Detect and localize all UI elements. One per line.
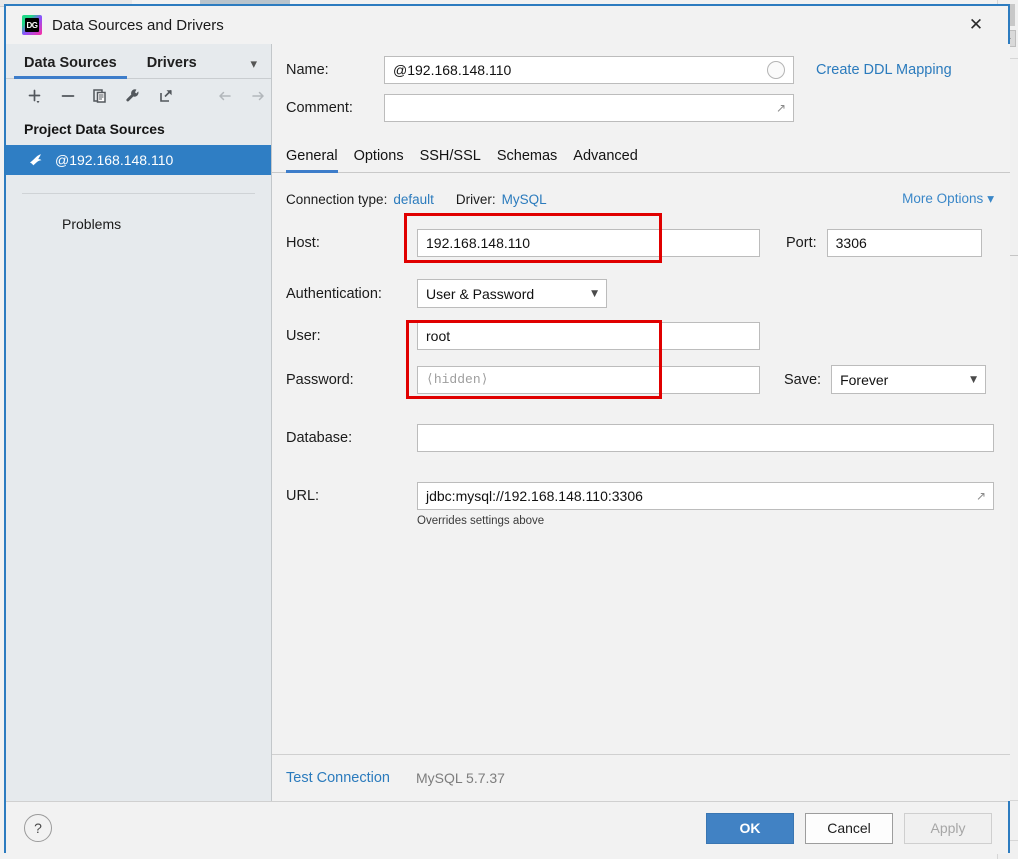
arrow-right-icon — [252, 91, 264, 101]
url-label: URL: — [286, 488, 320, 504]
password-placeholder: ⟨hidden⟩ — [426, 372, 489, 387]
plus-icon — [28, 89, 41, 104]
color-circle-icon[interactable] — [767, 61, 785, 79]
tab-schemas[interactable]: Schemas — [497, 148, 557, 172]
dialog-footer: ? OK Cancel Apply — [6, 801, 1008, 854]
save-select[interactable]: Forever ▼ — [831, 365, 987, 394]
authentication-label: Authentication: — [286, 285, 382, 302]
test-connection-bar: Test Connection MySQL 5.7.37 — [272, 754, 1010, 801]
authentication-select-value: User & Password — [426, 285, 535, 302]
port-input[interactable]: 3306 — [826, 229, 982, 257]
url-note: Overrides settings above — [417, 515, 545, 527]
more-options-label: More Options — [902, 191, 984, 206]
datagrip-icon: DG — [22, 15, 42, 35]
expand-icon[interactable]: ↗ — [976, 489, 986, 503]
connection-type-label: Connection type: — [286, 191, 388, 207]
ok-button[interactable]: OK — [706, 812, 794, 844]
dialog-content: Name: @192.168.148.110 Create DDL Mappin… — [272, 44, 1010, 801]
expand-icon[interactable]: ↗ — [776, 101, 786, 115]
open-button[interactable] — [152, 83, 179, 109]
mysql-dolphin-icon — [28, 152, 45, 169]
chevron-down-icon: ▼ — [970, 374, 978, 385]
dialog-title: Data Sources and Drivers — [52, 16, 224, 34]
user-input[interactable]: root — [417, 322, 760, 350]
arrow-left-icon — [219, 91, 231, 101]
host-label: Host: — [286, 235, 320, 251]
user-label: User: — [286, 328, 321, 344]
name-input-value: @192.168.148.110 — [393, 62, 512, 78]
connection-type-value[interactable]: default — [393, 192, 434, 207]
sidebar-toolbar — [6, 79, 271, 113]
password-row: Password: ⟨hidden⟩ Save: Forever ▼ — [272, 365, 1010, 394]
sidebar: Data Sources Drivers ▾ Project Data Sour… — [6, 44, 272, 801]
wrench-icon — [126, 89, 139, 102]
tab-general[interactable]: General — [286, 148, 338, 173]
driver-label: Driver: — [455, 191, 496, 207]
port-label: Port: — [786, 235, 817, 251]
chevron-down-icon: ▼ — [591, 288, 598, 299]
host-input-value: 192.168.148.110 — [426, 235, 531, 251]
database-input[interactable] — [417, 424, 994, 452]
port-input-value: 3306 — [835, 235, 867, 251]
database-label: Database: — [286, 430, 353, 446]
password-input[interactable]: ⟨hidden⟩ — [417, 365, 760, 394]
data-sources-and-drivers-dialog: DG Data Sources and Drivers ✕ Data Sourc… — [4, 4, 1010, 854]
driver-version-label: MySQL 5.7.37 — [415, 770, 505, 786]
url-input[interactable]: jdbc:mysql://192.168.148.110:3306 ↗ — [417, 482, 994, 510]
url-row: URL: jdbc:mysql://192.168.148.110:3306 ↗ — [272, 482, 1010, 510]
sidebar-item-data-source[interactable]: @192.168.148.110 — [6, 145, 271, 175]
host-input[interactable]: 192.168.148.110 — [417, 229, 760, 257]
create-ddl-mapping-link[interactable]: Create DDL Mapping — [816, 62, 952, 78]
user-input-value: root — [426, 328, 451, 344]
database-row: Database: — [272, 424, 1010, 452]
name-row: Name: @192.168.148.110 Create DDL Mappin… — [286, 56, 994, 84]
cancel-button[interactable]: Cancel — [805, 812, 893, 844]
authentication-select[interactable]: User & Password ▼ — [417, 279, 607, 308]
name-label: Name: — [286, 62, 329, 78]
forward-button[interactable] — [244, 83, 271, 109]
help-button[interactable]: ? — [24, 814, 52, 842]
close-icon[interactable]: ✕ — [954, 10, 998, 40]
minus-icon — [61, 95, 75, 97]
sidebar-group-header: Project Data Sources — [24, 121, 165, 137]
settings-tabs: General Options SSH/SSL Schemas Advanced — [272, 140, 1010, 173]
copy-icon — [93, 89, 107, 103]
user-row: User: root — [272, 322, 1010, 350]
dialog-body: Data Sources Drivers ▾ Project Data Sour… — [6, 44, 1010, 801]
tab-data-sources[interactable]: Data Sources — [14, 55, 127, 79]
back-button[interactable] — [212, 83, 239, 109]
url-input-value: jdbc:mysql://192.168.148.110:3306 — [426, 488, 643, 504]
save-select-value: Forever — [840, 371, 889, 388]
tab-advanced[interactable]: Advanced — [573, 148, 638, 172]
more-options-button[interactable]: More Options ▾ — [902, 191, 994, 207]
remove-button[interactable] — [55, 83, 82, 109]
sidebar-item-label: @192.168.148.110 — [55, 152, 174, 168]
name-input[interactable]: @192.168.148.110 — [384, 56, 794, 84]
tab-drivers[interactable]: Drivers — [147, 55, 197, 78]
driver-value[interactable]: MySQL — [502, 192, 547, 207]
general-tab-panel: Connection type: default Driver: MySQL M… — [272, 173, 1010, 754]
comment-input[interactable]: ↗ — [384, 94, 794, 122]
sidebar-item-problems[interactable]: Problems — [6, 194, 271, 232]
chevron-down-icon[interactable]: ▾ — [250, 57, 257, 72]
tab-options[interactable]: Options — [354, 148, 404, 172]
identity-form: Name: @192.168.148.110 Create DDL Mappin… — [272, 44, 1010, 132]
properties-button[interactable] — [120, 83, 147, 109]
host-row: Host: 192.168.148.110 Port: 3306 — [272, 229, 1010, 257]
external-link-icon — [159, 89, 172, 102]
connection-meta-row: Connection type: default Driver: MySQL M… — [272, 191, 1010, 207]
comment-row: Comment: ↗ — [286, 94, 994, 122]
authentication-row: Authentication: User & Password ▼ — [272, 279, 1010, 308]
sidebar-tabs: Data Sources Drivers ▾ — [6, 44, 271, 79]
apply-button[interactable]: Apply — [904, 812, 992, 844]
dialog-titlebar: DG Data Sources and Drivers ✕ — [6, 6, 1008, 44]
test-connection-button[interactable]: Test Connection — [286, 770, 390, 786]
comment-label: Comment: — [286, 100, 353, 116]
save-label: Save: — [784, 371, 822, 388]
tab-ssh-ssl[interactable]: SSH/SSL — [420, 148, 481, 172]
password-label: Password: — [286, 371, 354, 388]
duplicate-button[interactable] — [87, 83, 114, 109]
add-button[interactable] — [22, 83, 49, 109]
chevron-down-icon: ▾ — [987, 191, 994, 207]
